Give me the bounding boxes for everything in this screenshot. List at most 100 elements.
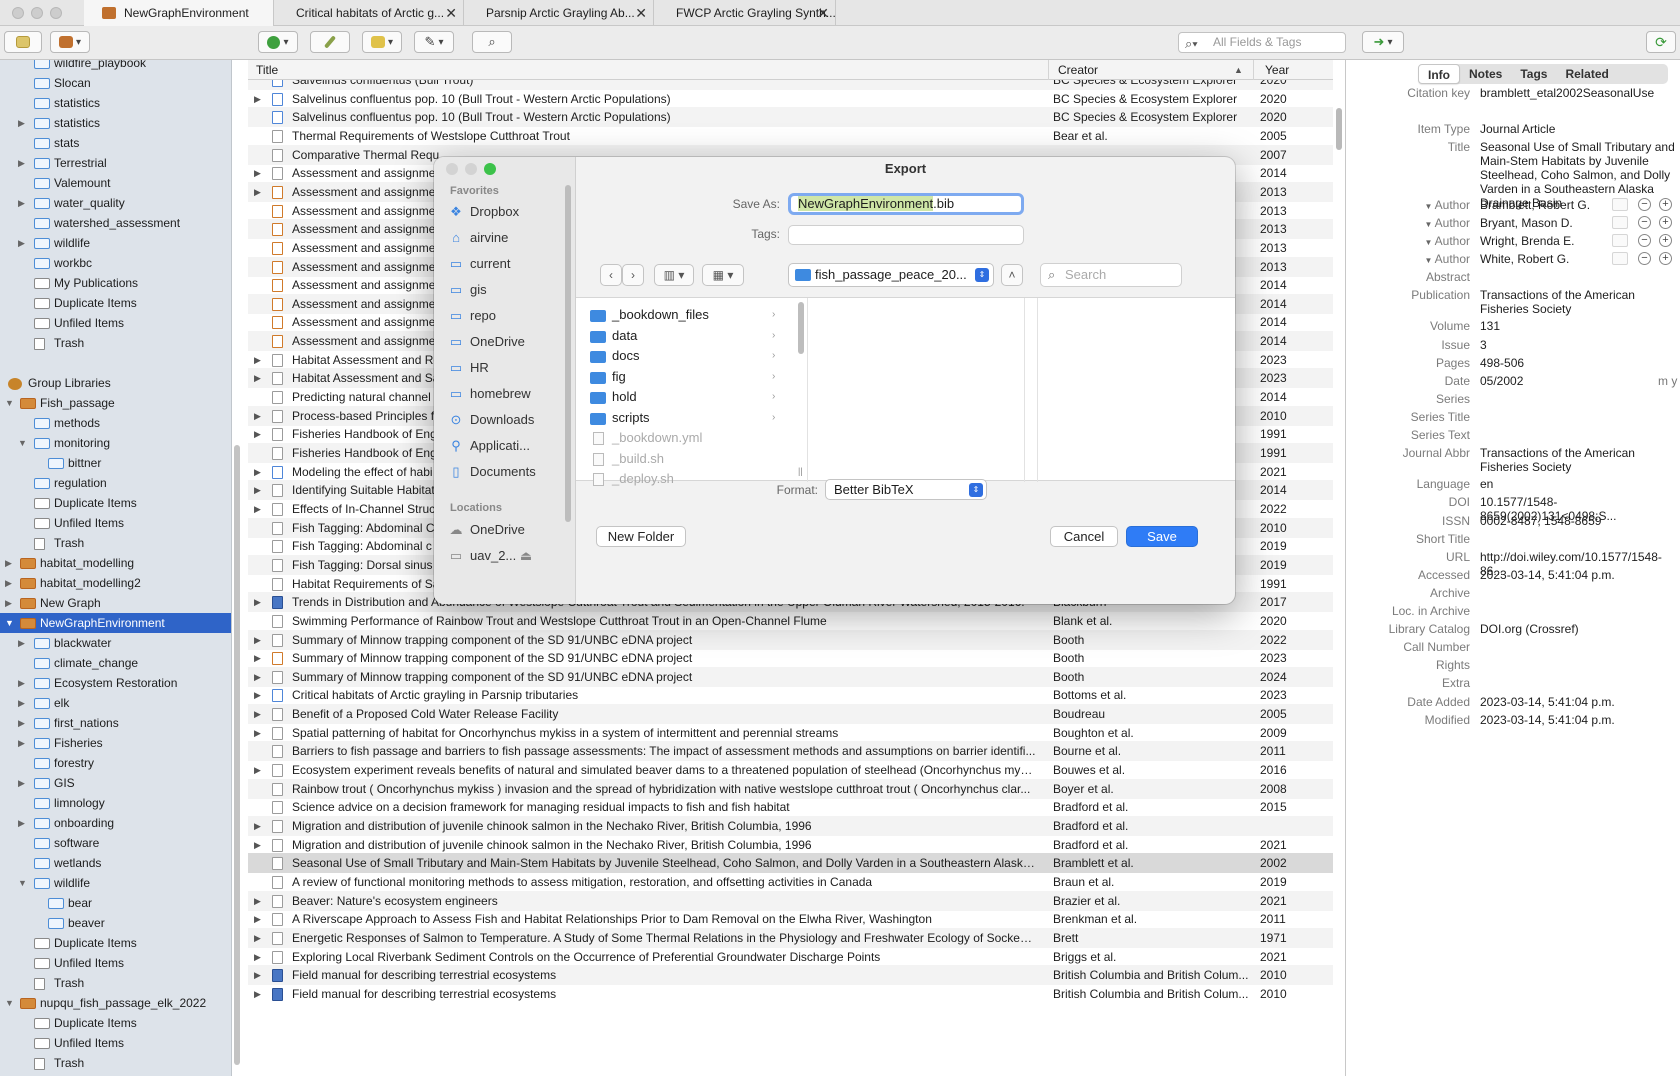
field-row[interactable]: Volume 131 (1346, 319, 1680, 333)
add-author-icon[interactable]: + (1659, 252, 1672, 265)
zoom-window-button[interactable] (50, 7, 62, 19)
collection-item[interactable]: My Publications (0, 273, 231, 293)
disclosure-closed-icon[interactable]: ▶ (254, 704, 261, 724)
close-tab-icon[interactable]: ✕ (817, 0, 829, 26)
disclosure-open-icon[interactable]: ▼ (1425, 238, 1435, 247)
location-popup[interactable]: fish_passage_peace_20... ⇕ (788, 263, 994, 287)
item-row[interactable]: Seasonal Use of Small Tributary and Main… (248, 853, 1333, 874)
file-row[interactable]: scripts › (576, 408, 796, 428)
disclosure-closed-icon[interactable]: ▶ (18, 233, 25, 253)
author-mode-toggle[interactable] (1612, 252, 1628, 265)
field-value[interactable]: 2023-03-14, 5:41:04 p.m. (1480, 713, 1676, 727)
disclosure-closed-icon[interactable]: ▶ (254, 928, 261, 948)
field-value[interactable]: en (1480, 477, 1676, 491)
disclosure-closed-icon[interactable]: ▶ (254, 984, 261, 1004)
field-value[interactable]: DOI.org (Crossref) (1480, 622, 1676, 636)
collection-item[interactable]: software (0, 833, 231, 853)
item-row[interactable]: ▶ Energetic Responses of Salmon to Temper… (248, 927, 1333, 948)
back-button[interactable]: ‹ (600, 264, 622, 286)
field-row[interactable]: Short Title (1346, 532, 1680, 546)
collection-item[interactable]: bittner (0, 453, 231, 473)
collection-item[interactable]: regulation (0, 473, 231, 493)
collection-item[interactable]: ▶ habitat_modelling2 (0, 573, 231, 593)
favorite-applicati-[interactable]: ⚲ Applicati... (448, 435, 530, 457)
item-row[interactable]: ▶ Ecosystem experiment reveals benefits o… (248, 760, 1333, 780)
collection-item[interactable]: methods (0, 413, 231, 433)
collection-item[interactable]: Unfiled Items (0, 953, 231, 973)
collection-item[interactable]: Duplicate Items (0, 1013, 231, 1033)
collection-item[interactable]: forestry (0, 753, 231, 773)
close-tab-icon[interactable]: ✕ (445, 0, 457, 26)
field-value[interactable]: Transactions of the American Fisheries S… (1480, 288, 1676, 316)
collection-item[interactable]: ▼ Fish_passage (0, 393, 231, 413)
add-author-icon[interactable]: + (1659, 233, 1672, 247)
file-row[interactable]: _bookdown.yml (576, 428, 796, 448)
file-row[interactable]: fig › (576, 367, 796, 387)
disclosure-open-icon[interactable]: ▼ (1425, 256, 1435, 265)
file-row[interactable]: hold › (576, 387, 796, 407)
collection-item[interactable]: ▶ statistics (0, 113, 231, 133)
item-row[interactable]: Thermal Requirements of Westslope Cutthr… (248, 126, 1333, 146)
new-collection-button[interactable] (4, 31, 42, 53)
favorite-dropbox[interactable]: ❖ Dropbox (448, 201, 519, 223)
field-value[interactable]: Journal Article (1480, 122, 1676, 136)
collection-item[interactable]: ▼ nupqu_fish_passage_elk_2022 (0, 993, 231, 1013)
collection-item[interactable]: watershed_assessment (0, 213, 231, 233)
favorite-repo[interactable]: ▭ repo (448, 305, 496, 327)
field-row[interactable]: Rights (1346, 658, 1680, 672)
field-row[interactable]: DOI 10.1577/1548-8659(2002)131<0498:S... (1346, 495, 1680, 523)
disclosure-closed-icon[interactable]: ▶ (18, 113, 25, 133)
locate-button[interactable]: ➜ ▾ (1362, 31, 1404, 53)
tab-info[interactable]: Info (1418, 64, 1460, 84)
column-title[interactable]: Title (256, 60, 278, 80)
add-author-icon[interactable]: + (1659, 215, 1672, 229)
collection-item[interactable]: ▼ wildlife (0, 873, 231, 893)
field-value[interactable]: Transactions of the American Fisheries S… (1480, 446, 1676, 474)
remove-author-icon[interactable]: − (1638, 252, 1651, 265)
collection-item[interactable]: Trash (0, 533, 231, 553)
remove-author-icon[interactable]: − (1638, 197, 1651, 211)
item-row[interactable]: ▶ Salvelinus confluentus pop. 10 (Bull Tr… (248, 89, 1333, 109)
collection-item[interactable]: ▶ blackwater (0, 633, 231, 653)
column-separator[interactable] (1253, 60, 1254, 80)
new-note-button[interactable]: ▾ (362, 31, 402, 53)
collection-item[interactable]: bear (0, 893, 231, 913)
collection-item[interactable]: limnology (0, 793, 231, 813)
collection-item[interactable]: ▶ onboarding (0, 813, 231, 833)
collection-item[interactable]: ▼ NewGraphEnvironment (0, 613, 231, 633)
field-row[interactable]: Library Catalog DOI.org (Crossref) (1346, 622, 1680, 636)
disclosure-closed-icon[interactable]: ▶ (254, 891, 261, 911)
collection-item[interactable]: Unfiled Items (0, 1033, 231, 1053)
disclosure-closed-icon[interactable]: ▶ (5, 553, 12, 573)
item-row[interactable]: ▶ Summary of Minnow trapping component of… (248, 629, 1333, 650)
favorite-current[interactable]: ▭ current (448, 253, 511, 275)
field-value[interactable]: 498-506 (1480, 356, 1676, 370)
tab-notes[interactable]: Notes (1460, 64, 1511, 84)
tab-tags[interactable]: Tags (1511, 64, 1556, 84)
disclosure-closed-icon[interactable]: ▶ (254, 592, 261, 612)
item-row[interactable]: ▶ Migration and distribution of juvenile … (248, 816, 1333, 836)
author-mode-toggle[interactable] (1612, 233, 1628, 247)
field-row[interactable]: Abstract (1346, 270, 1680, 284)
disclosure-closed-icon[interactable]: ▶ (254, 685, 261, 705)
new-item-button[interactable]: ▾ (258, 31, 298, 53)
field-row[interactable]: Series (1346, 392, 1680, 406)
collection-item[interactable]: ▶ water_quality (0, 193, 231, 213)
add-author-icon[interactable]: + (1659, 197, 1672, 211)
disclosure-closed-icon[interactable]: ▶ (18, 193, 25, 213)
item-row[interactable]: Swimming Performance of Rainbow Trout an… (248, 611, 1333, 631)
cancel-button[interactable]: Cancel (1050, 526, 1118, 547)
collection-item[interactable]: Trash (0, 333, 231, 353)
dialog-zoom-button[interactable] (484, 163, 496, 175)
collection-item[interactable]: Unfiled Items (0, 513, 231, 533)
field-row[interactable]: Call Number (1346, 640, 1680, 654)
disclosure-closed-icon[interactable]: ▶ (254, 965, 261, 985)
disclosure-closed-icon[interactable]: ▶ (254, 462, 261, 482)
disclosure-open-icon[interactable]: ▼ (5, 393, 14, 413)
collection-item[interactable]: statistics (0, 93, 231, 113)
file-row[interactable]: _build.sh (576, 449, 796, 469)
location-0[interactable]: ☁ OneDrive (448, 519, 525, 541)
disclosure-closed-icon[interactable]: ▶ (254, 350, 261, 370)
file-browser-scrollbar[interactable] (798, 302, 804, 354)
item-row[interactable]: ▶ Spatial patterning of habitat for Oncor… (248, 723, 1333, 743)
